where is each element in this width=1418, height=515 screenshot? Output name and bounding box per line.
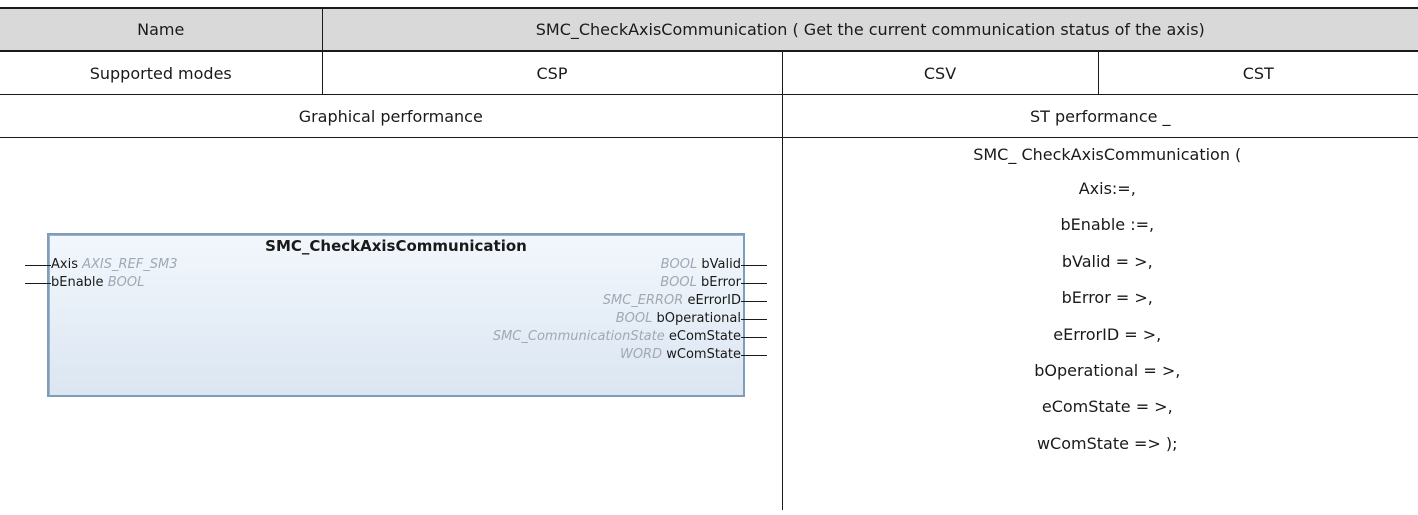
output-connector	[741, 283, 767, 284]
pin-type: BOOL	[660, 275, 697, 290]
pin-name: eComState	[668, 329, 741, 344]
pin-name: bOperational	[656, 311, 741, 326]
output-connector	[741, 265, 767, 266]
st-performance-label: ST performance _	[782, 94, 1418, 138]
spec-table: Name SMC_CheckAxisCommunication ( Get th…	[0, 7, 1418, 510]
st-code-cell: SMC_ CheckAxisCommunication ( Axis:=, bE…	[782, 138, 1418, 511]
pin-name: wComState	[666, 347, 741, 362]
input-pin-benable: bEnable BOOL	[25, 275, 145, 291]
modes-row: Supported modes CSP CSV CST	[0, 51, 1418, 95]
st-code-line: SMC_ CheckAxisCommunication (	[973, 145, 1242, 164]
mode-csp: CSP	[322, 51, 783, 95]
pin-name: Axis	[51, 257, 78, 272]
mode-csv: CSV	[782, 51, 1099, 95]
output-pin-ecomstate: SMC_CommunicationState eComState	[492, 329, 767, 345]
output-connector	[741, 301, 767, 302]
output-pin-boperational: BOOL bOperational	[615, 311, 767, 327]
input-connector	[25, 265, 51, 266]
mode-cst: CST	[1098, 51, 1418, 95]
pin-name: eErrorID	[687, 293, 741, 308]
output-pin-berror: BOOL bError	[660, 275, 767, 291]
pin-type: BOOL	[660, 257, 698, 272]
content-row: SMC_CheckAxisCommunication Axis AXIS_REF…	[0, 137, 1418, 511]
function-block-diagram: SMC_CheckAxisCommunication Axis AXIS_REF…	[25, 233, 767, 397]
st-code-line: wComState => );	[1036, 433, 1178, 453]
pin-type: WORD	[619, 347, 663, 362]
pin-name: bValid	[701, 257, 741, 272]
output-pin-wcomstate: WORD wComState	[619, 347, 767, 363]
function-block-title: SMC_CheckAxisCommunication	[265, 237, 527, 255]
st-code-line: bValid = >,	[1061, 251, 1153, 271]
pin-name: bEnable	[51, 275, 104, 290]
pin-type: SMC_CommunicationState	[492, 329, 665, 344]
output-pin-bvalid: BOOL bValid	[660, 257, 767, 273]
input-connector	[25, 283, 51, 284]
pin-name: bError	[701, 275, 741, 290]
st-code-line: Axis:=,	[1078, 179, 1136, 198]
name-label: Name	[0, 7, 323, 52]
st-code-line: eErrorID = >,	[1053, 324, 1162, 344]
output-connector	[741, 337, 767, 338]
graphical-cell: SMC_CheckAxisCommunication Axis AXIS_REF…	[0, 137, 783, 510]
st-code-line: bOperational = >,	[1034, 360, 1181, 380]
pin-type: AXIS_REF_SM3	[82, 257, 178, 272]
output-pin-eerrorid: SMC_ERROR eErrorID	[602, 293, 767, 309]
st-code-line: bEnable :=,	[1060, 215, 1155, 235]
input-pin-axis: Axis AXIS_REF_SM3	[25, 257, 178, 273]
graphical-performance-label: Graphical performance	[0, 94, 783, 138]
pin-type: BOOL	[615, 311, 653, 326]
pin-type: BOOL	[107, 275, 145, 290]
modes-label: Supported modes	[0, 51, 323, 95]
performance-row: Graphical performance ST performance _	[0, 94, 1418, 138]
pin-type: SMC_ERROR	[602, 293, 684, 308]
st-code-line: bError = >,	[1061, 288, 1153, 308]
st-code-line: eComState = >,	[1041, 397, 1173, 417]
output-connector	[741, 319, 767, 320]
output-connector	[741, 355, 767, 356]
name-value: SMC_CheckAxisCommunication ( Get the cur…	[322, 7, 1418, 52]
header-row: Name SMC_CheckAxisCommunication ( Get th…	[0, 7, 1418, 52]
